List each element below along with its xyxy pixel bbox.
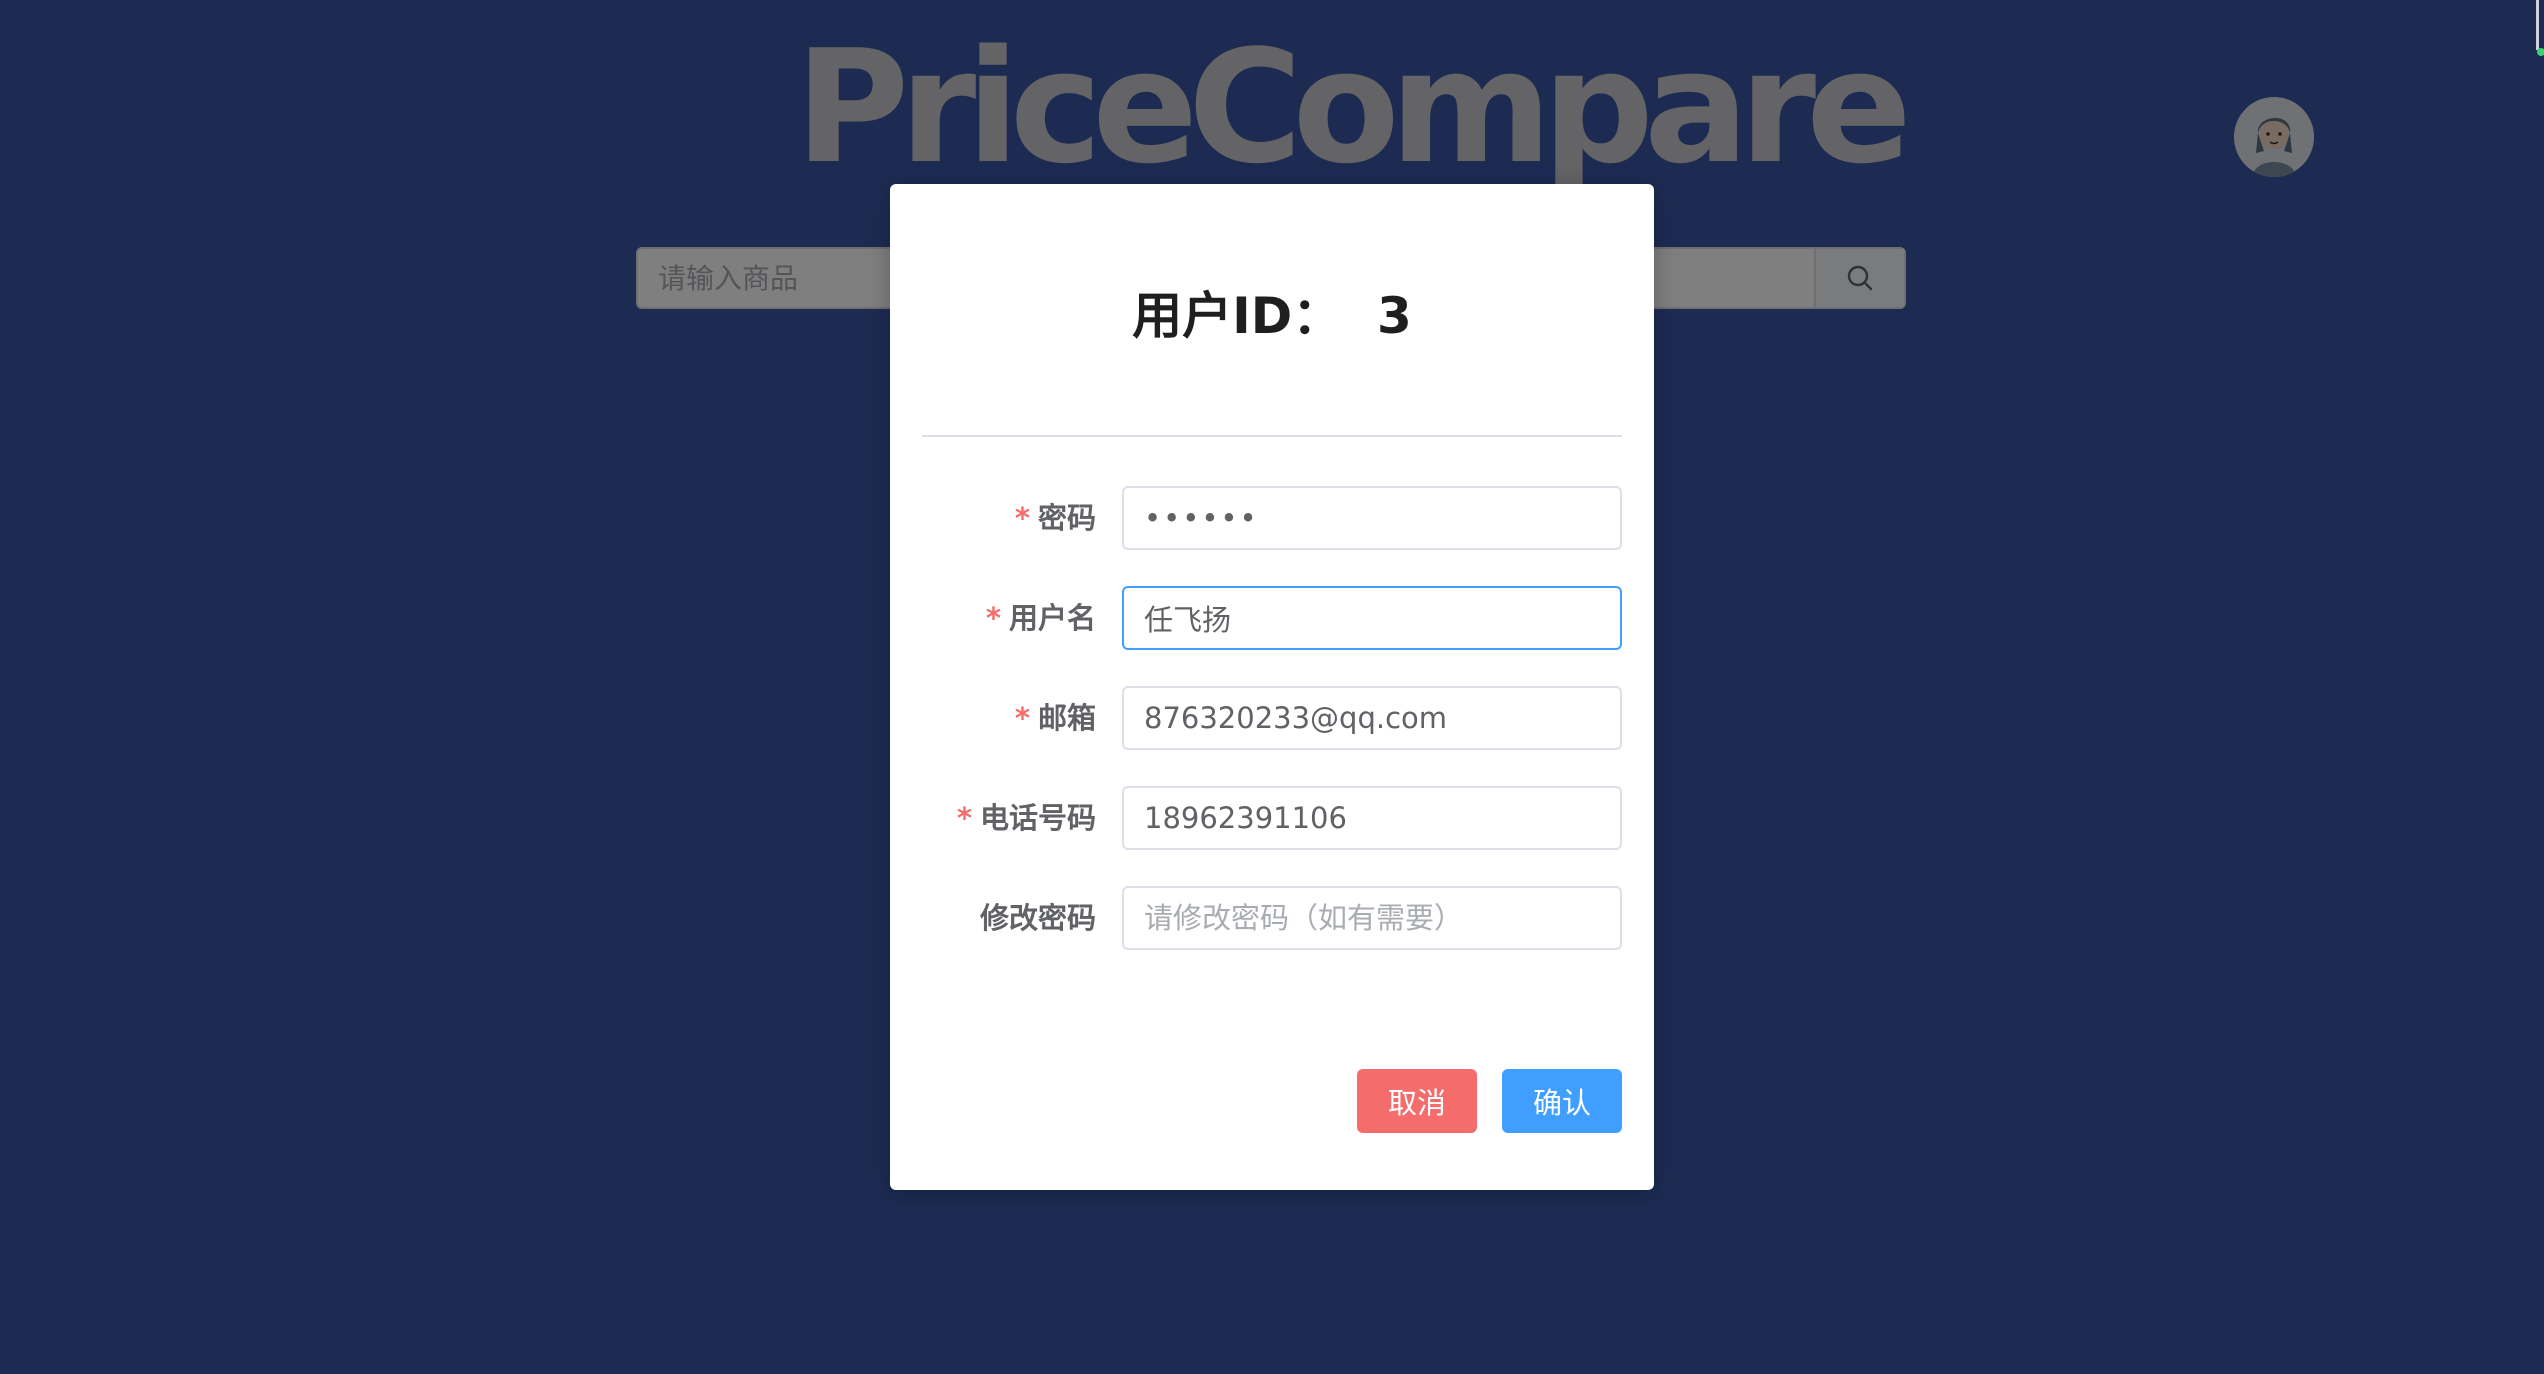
new-password-field[interactable] xyxy=(1122,886,1622,950)
required-mark: * xyxy=(985,601,1001,635)
cancel-button[interactable]: 取消 xyxy=(1357,1069,1477,1133)
email-field[interactable] xyxy=(1122,686,1622,750)
form-row-password: * 密码 xyxy=(890,486,1654,550)
scrollbar-indicator[interactable] xyxy=(2534,0,2544,60)
confirm-button[interactable]: 确认 xyxy=(1502,1069,1622,1133)
username-label: * 用户名 xyxy=(985,601,1096,635)
password-label: * 密码 xyxy=(1014,501,1096,535)
phone-field[interactable] xyxy=(1122,786,1622,850)
username-field[interactable] xyxy=(1122,586,1622,650)
form-row-username: * 用户名 xyxy=(890,586,1654,650)
new-password-label: 修改密码 xyxy=(979,901,1096,935)
dialog-divider xyxy=(922,435,1622,437)
dialog-title: 用户ID： 3 xyxy=(1132,287,1412,345)
required-mark: * xyxy=(1014,701,1030,735)
phone-label: * 电话号码 xyxy=(956,801,1096,835)
required-mark: * xyxy=(956,801,972,835)
form-row-phone: * 电话号码 xyxy=(890,786,1654,850)
required-mark: * xyxy=(1014,501,1030,535)
form-row-new-password: 修改密码 xyxy=(890,886,1654,950)
form-row-email: * 邮箱 xyxy=(890,686,1654,750)
email-label: * 邮箱 xyxy=(1014,701,1096,735)
password-field[interactable] xyxy=(1122,486,1622,550)
user-edit-dialog: 用户ID： 3 *密码 *用户名 *邮箱 *电话号码 修改密码 取消 确认 xyxy=(890,184,1654,1190)
